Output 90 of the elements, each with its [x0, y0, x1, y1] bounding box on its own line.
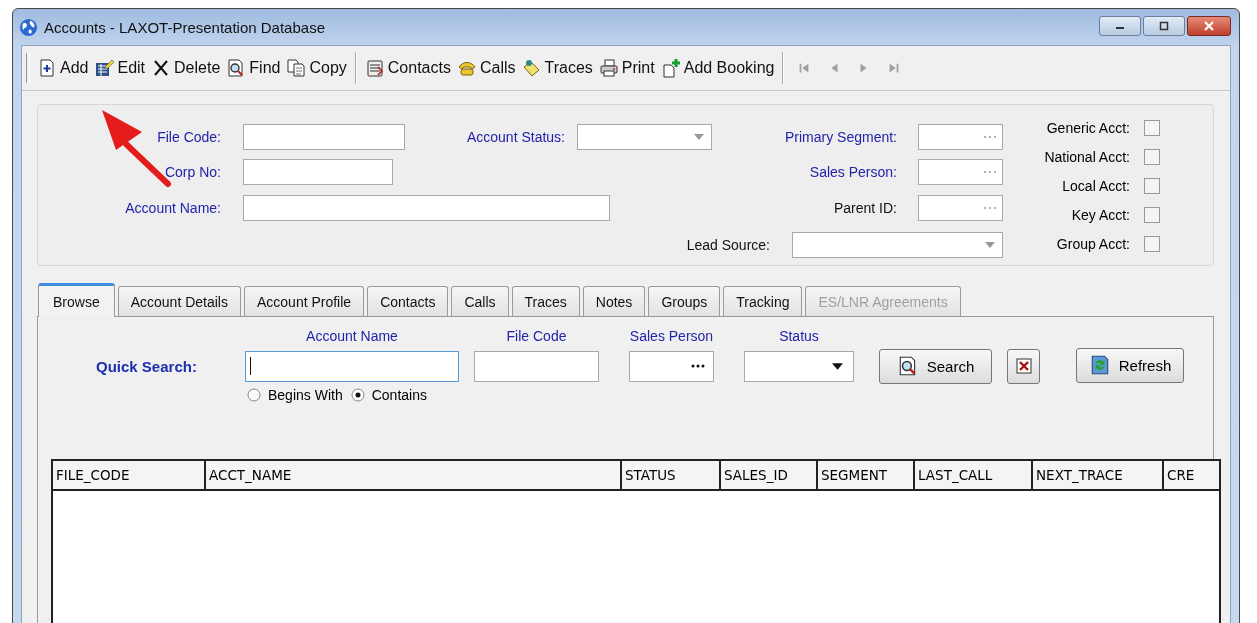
checkbox[interactable] — [1144, 119, 1160, 136]
toolbar-button[interactable]: Add Booking — [657, 58, 778, 78]
checkbox[interactable] — [1144, 177, 1160, 194]
note-pin-icon — [521, 58, 542, 78]
tab[interactable]: Contacts — [367, 286, 449, 316]
dropdown-arrow-icon — [694, 134, 704, 140]
radio-label: Begins With — [268, 387, 343, 403]
column-header[interactable]: SEGMENT — [818, 461, 915, 489]
column-header[interactable]: ACCT_NAME — [206, 461, 622, 489]
column-header[interactable]: CRE — [1164, 461, 1219, 489]
sales-person-field[interactable] — [918, 159, 1003, 185]
field-label: Sales Person: — [809, 164, 897, 180]
field-label: Lead Source: — [686, 237, 770, 253]
column-header[interactable]: NEXT_TRACE — [1033, 461, 1164, 489]
file-code-search-field[interactable] — [474, 350, 599, 382]
toolbar-button[interactable]: Edit — [91, 58, 149, 78]
tab[interactable]: Browse — [38, 283, 115, 317]
search-button[interactable]: Search — [879, 348, 992, 384]
checkbox-label: National Acct: — [1044, 148, 1130, 165]
status-dropdown[interactable] — [744, 350, 854, 382]
column-caption: File Code — [506, 328, 567, 344]
column-caption: Status — [779, 328, 819, 344]
tab[interactable]: Traces — [511, 286, 580, 316]
restore-button[interactable] — [1143, 16, 1185, 36]
column-caption: Sales Person — [629, 328, 714, 344]
restore-icon — [1157, 21, 1171, 31]
globe-icon — [19, 17, 38, 37]
sales-person-search-field[interactable] — [629, 350, 714, 382]
column-caption: Account Name — [306, 328, 398, 344]
field-label: Account Name: — [125, 200, 221, 216]
tab[interactable]: Account Details — [117, 286, 241, 316]
tab[interactable]: Groups — [648, 286, 721, 316]
checkbox[interactable] — [1144, 206, 1160, 223]
field-label: File Code: — [157, 129, 221, 145]
tab[interactable]: Notes — [582, 286, 646, 316]
close-icon — [1202, 21, 1216, 31]
lead-source-dropdown[interactable] — [792, 232, 1003, 258]
toolbar-button[interactable]: Print — [595, 58, 658, 78]
file-code-field[interactable] — [243, 124, 405, 150]
close-button[interactable] — [1187, 16, 1231, 36]
field-label: Parent ID: — [833, 200, 897, 216]
checkbox-label: Group Acct: — [1056, 235, 1130, 252]
copy-icon — [286, 58, 307, 78]
radio-button[interactable] — [350, 388, 365, 402]
column-header[interactable]: SALES_ID — [721, 461, 818, 489]
field-label: Corp No: — [164, 164, 221, 180]
tab[interactable]: Account Profile — [243, 286, 365, 316]
field-label: Primary Segment: — [784, 129, 897, 145]
edit-table-icon — [94, 58, 115, 78]
toolbar-button[interactable]: Add — [34, 58, 92, 78]
account-status-dropdown[interactable] — [577, 124, 712, 150]
ellipsis-icon — [983, 170, 997, 174]
radio-label: Contains — [371, 387, 427, 403]
column-header[interactable]: FILE_CODE — [53, 461, 206, 489]
printer-icon — [598, 58, 619, 78]
checkbox[interactable] — [1144, 148, 1160, 165]
add-page-icon — [37, 58, 57, 78]
radio-button[interactable] — [247, 388, 261, 402]
primary-segment-field[interactable] — [918, 124, 1003, 150]
ellipsis-icon — [691, 364, 705, 368]
corp-no-field[interactable] — [243, 159, 393, 185]
ellipsis-icon — [983, 206, 997, 210]
ellipsis-icon — [983, 135, 997, 139]
toolbar-button[interactable]: Traces — [518, 58, 596, 78]
toolbar-button[interactable]: Copy — [283, 58, 350, 78]
toolbar-button[interactable]: Delete — [148, 58, 224, 78]
window-title: Accounts - LAXOT-Presentation Database — [44, 18, 325, 36]
address-book-icon — [364, 58, 385, 78]
tab[interactable]: Calls — [451, 286, 509, 316]
checkbox[interactable] — [1144, 235, 1160, 252]
dropdown-arrow-icon — [985, 242, 995, 248]
clear-icon — [1015, 358, 1032, 374]
column-header[interactable]: LAST_CALL — [915, 461, 1033, 489]
checkbox-label: Local Acct: — [1062, 177, 1130, 194]
account-name-search-field[interactable] — [245, 350, 459, 382]
tab[interactable]: Tracking — [723, 286, 803, 316]
quick-search-label: Quick Search: — [96, 357, 198, 375]
clear-button[interactable] — [1007, 348, 1040, 384]
toolbar-button[interactable]: Find — [223, 58, 284, 78]
checkbox-label: Key Acct: — [1071, 206, 1130, 223]
field-label: Account Status: — [466, 129, 565, 145]
toolbar-button[interactable]: Calls — [453, 58, 519, 78]
account-name-field[interactable] — [243, 195, 610, 221]
dropdown-arrow-icon — [832, 362, 843, 370]
column-header[interactable]: STATUS — [622, 461, 721, 489]
add-page-icon — [660, 58, 681, 78]
toolbar-button[interactable]: Contacts — [361, 58, 454, 78]
checkbox-label: Generic Acct: — [1046, 119, 1130, 136]
refresh-button[interactable]: Refresh — [1076, 347, 1184, 383]
parent-id-field[interactable] — [918, 195, 1003, 221]
